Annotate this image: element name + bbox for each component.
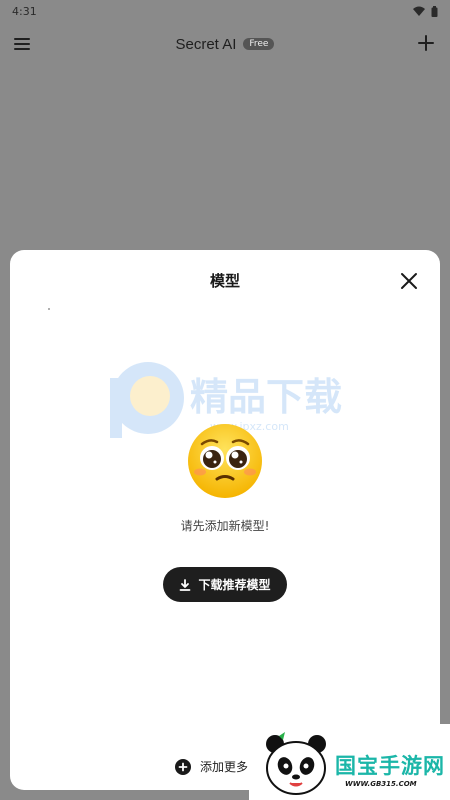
site-logo-overlay: 国宝手游网 WWW.GB315.COM <box>249 724 450 800</box>
model-sheet: 模型 精品下载 www.jpxz.com 请先添加新模型! 下载推荐模型 添加更… <box>10 250 440 790</box>
download-recommended-model-button[interactable]: 下载推荐模型 <box>163 567 287 602</box>
close-icon[interactable] <box>400 272 418 290</box>
site-brand-text: 国宝手游网 <box>335 754 445 778</box>
plus-icon[interactable] <box>416 33 436 53</box>
site-url-text: WWW.GB315.COM <box>345 780 417 788</box>
status-icons <box>413 5 438 17</box>
pleading-face-emoji <box>188 424 262 498</box>
wifi-icon <box>413 6 425 16</box>
panda-logo-icon <box>266 732 326 795</box>
stray-dot <box>48 308 50 310</box>
add-circle-icon <box>175 758 191 775</box>
free-badge: Free <box>243 38 275 50</box>
battery-icon <box>431 5 438 17</box>
download-icon <box>180 578 191 591</box>
download-button-label: 下载推荐模型 <box>198 578 271 592</box>
empty-state-message: 请先添加新模型! <box>180 519 270 533</box>
add-more-button[interactable]: 添加更多 <box>175 758 248 775</box>
sheet-title: 模型 <box>209 272 240 290</box>
status-bar: 4:31 <box>0 0 450 22</box>
app-bar: Secret AI Free <box>0 22 450 66</box>
hamburger-menu-icon[interactable] <box>14 34 34 54</box>
add-more-label: 添加更多 <box>200 760 249 774</box>
status-time: 4:31 <box>12 4 37 18</box>
app-title-group: Secret AI Free <box>176 36 275 53</box>
app-title: Secret AI <box>175 35 237 53</box>
svg-text:精品下载: 精品下载 <box>190 375 342 419</box>
